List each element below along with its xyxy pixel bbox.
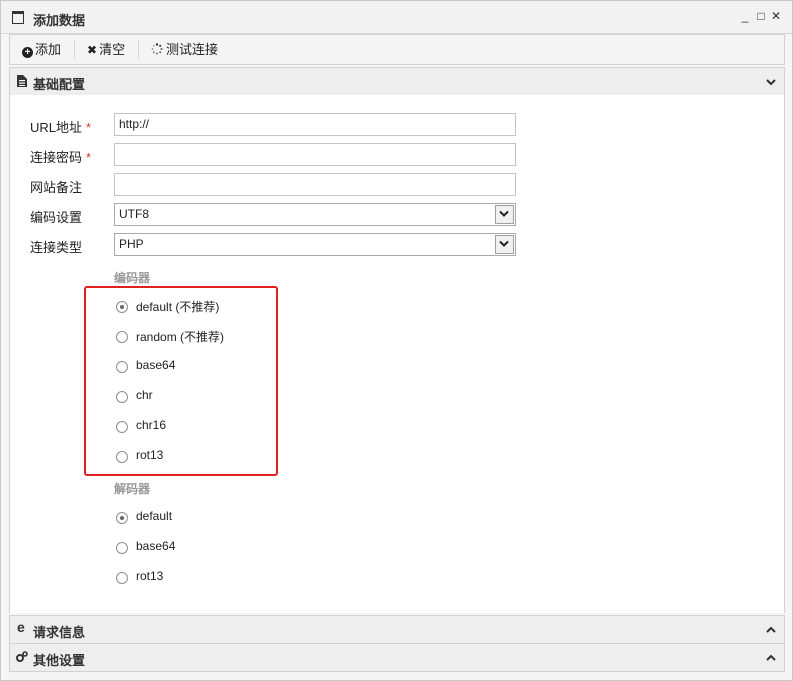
add-data-window: 添加数据 _ □ ✕ + 添加 ✖ 清空 测试连接 基础配置 URL地址 * h… bbox=[0, 0, 793, 681]
radio-button[interactable] bbox=[116, 451, 128, 463]
test-connection-button[interactable]: 测试连接 bbox=[151, 35, 218, 64]
section-basic-title: 基础配置 bbox=[33, 77, 86, 92]
window-title: 添加数据 bbox=[33, 13, 86, 28]
window-icon bbox=[12, 11, 24, 24]
basic-config-panel: URL地址 * http:// 连接密码 * 网站备注 编码设置 UTF8 连接类型… bbox=[9, 95, 785, 613]
password-input[interactable] bbox=[114, 143, 516, 166]
edge-icon: e bbox=[17, 619, 25, 635]
url-input[interactable]: http:// bbox=[114, 113, 516, 136]
radio-button[interactable] bbox=[116, 391, 128, 403]
plus-circle-icon: + bbox=[22, 47, 33, 58]
encoder-option-label: chr bbox=[136, 388, 153, 402]
url-label: URL地址 * bbox=[30, 120, 92, 135]
decoder-option-label: rot13 bbox=[136, 569, 164, 583]
toolbar: + 添加 ✖ 清空 测试连接 bbox=[9, 34, 785, 65]
add-button[interactable]: + 添加 bbox=[22, 35, 61, 64]
note-label: 网站备注 bbox=[30, 180, 83, 195]
radio-button[interactable] bbox=[116, 512, 128, 524]
encoder-option-label: default (不推荐) bbox=[136, 300, 220, 314]
radio-button[interactable] bbox=[116, 572, 128, 584]
spinner-icon bbox=[151, 43, 163, 55]
section-other-title: 其他设置 bbox=[33, 653, 86, 668]
clear-button-label: 清空 bbox=[99, 42, 126, 57]
encoding-select-value: UTF8 bbox=[119, 207, 149, 221]
radio-button[interactable] bbox=[116, 421, 128, 433]
encoding-label: 编码设置 bbox=[30, 210, 83, 225]
encoder-title: 编码器 bbox=[114, 271, 151, 285]
encoding-select[interactable]: UTF8 bbox=[114, 203, 516, 226]
test-connection-label: 测试连接 bbox=[166, 42, 219, 57]
type-select[interactable]: PHP bbox=[114, 233, 516, 256]
type-select-value: PHP bbox=[119, 237, 144, 251]
chevron-up-icon bbox=[766, 654, 776, 661]
radio-button[interactable] bbox=[116, 331, 128, 343]
decoder-option-label: base64 bbox=[136, 539, 176, 553]
encoder-option-label: chr16 bbox=[136, 418, 167, 432]
radio-button[interactable] bbox=[116, 542, 128, 554]
file-text-icon bbox=[17, 75, 27, 87]
section-other-settings[interactable]: 其他设置 bbox=[9, 643, 785, 672]
toolbar-divider bbox=[74, 40, 75, 59]
clear-button[interactable]: ✖ 清空 bbox=[87, 35, 125, 64]
note-input[interactable] bbox=[114, 173, 516, 196]
type-label: 连接类型 bbox=[30, 240, 83, 255]
title-bar: 添加数据 _ □ ✕ bbox=[1, 1, 792, 34]
section-request-title: 请求信息 bbox=[33, 625, 86, 640]
close-button[interactable]: ✕ bbox=[770, 9, 782, 23]
chevron-up-icon bbox=[766, 626, 776, 633]
encoder-option-label: random (不推荐) bbox=[136, 330, 225, 344]
required-marker: * bbox=[86, 150, 92, 165]
maximize-button[interactable]: □ bbox=[755, 9, 767, 23]
encoder-option-label: rot13 bbox=[136, 448, 164, 462]
dropdown-arrow-icon bbox=[495, 205, 514, 224]
minimize-button[interactable]: _ bbox=[739, 9, 751, 23]
decoder-option-label: default bbox=[136, 509, 173, 523]
add-button-label: 添加 bbox=[35, 42, 62, 57]
section-request-info[interactable]: e 请求信息 bbox=[9, 615, 785, 644]
required-marker: * bbox=[86, 120, 92, 135]
radio-button[interactable] bbox=[116, 301, 128, 313]
radio-button[interactable] bbox=[116, 361, 128, 373]
dropdown-arrow-icon bbox=[495, 235, 514, 254]
toolbar-divider bbox=[138, 40, 139, 59]
cogs-icon bbox=[16, 651, 28, 662]
encoder-option-label: base64 bbox=[136, 358, 176, 372]
decoder-title: 解码器 bbox=[114, 482, 151, 496]
section-basic-config[interactable]: 基础配置 bbox=[9, 67, 785, 96]
password-label: 连接密码 * bbox=[30, 150, 92, 165]
chevron-down-icon bbox=[766, 79, 776, 86]
times-icon: ✖ bbox=[87, 43, 98, 57]
